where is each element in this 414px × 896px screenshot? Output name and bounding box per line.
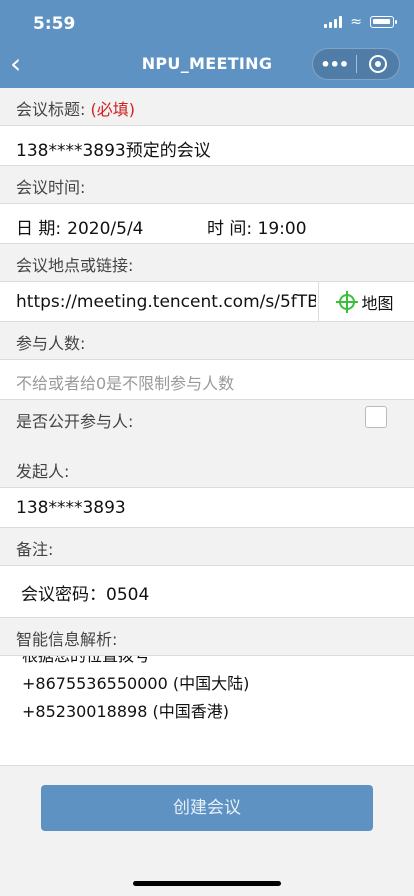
participants-label: 参与人数: xyxy=(0,322,414,360)
date-value: 2020/5/4 xyxy=(67,219,144,239)
initiator-input[interactable]: 138****3893 xyxy=(0,488,414,528)
time-field-label: 时 间: xyxy=(207,219,253,239)
close-ring-icon xyxy=(368,55,387,73)
home-indicator xyxy=(133,881,281,886)
notes-label: 备注: xyxy=(0,528,414,566)
required-marker: (必填) xyxy=(90,100,136,119)
title-input[interactable]: 138****3893预定的会议 xyxy=(0,126,414,166)
map-button[interactable]: 地图 xyxy=(318,282,414,321)
time-label: 会议时间: xyxy=(0,166,414,204)
public-label: 是否公开参与人: xyxy=(16,412,134,431)
parse-line: 根据您的位置拨号 xyxy=(22,656,249,670)
time-value: 19:00 xyxy=(257,219,307,239)
parse-content: 根据您的位置拨号 +8675536550000 (中国大陆) +85230018… xyxy=(22,656,249,726)
parse-textarea[interactable]: 根据您的位置拨号 +8675536550000 (中国大陆) +85230018… xyxy=(0,656,414,766)
status-time: 5:59 xyxy=(33,14,76,34)
meeting-form: 会议标题: (必填) 138****3893预定的会议 会议时间: 日 期: 20… xyxy=(0,88,414,766)
title-label-row: 会议标题: (必填) xyxy=(0,88,414,126)
create-meeting-button[interactable]: 创建会议 xyxy=(41,785,373,831)
mini-program-capsule: ••• xyxy=(312,48,400,80)
public-row: 是否公开参与人: xyxy=(0,400,414,450)
time-picker[interactable]: 时 间: 19:00 xyxy=(207,214,307,239)
close-capsule-button[interactable] xyxy=(356,55,399,73)
more-icon[interactable]: ••• xyxy=(313,55,356,74)
crosshair-icon xyxy=(336,291,359,313)
notes-input[interactable]: 会议密码：0504 xyxy=(0,566,414,618)
map-label: 地图 xyxy=(361,294,394,313)
location-label: 会议地点或链接: xyxy=(0,244,414,282)
title-label: 会议标题: xyxy=(16,100,86,119)
datetime-row: 日 期: 2020/5/4 时 间: 19:00 xyxy=(0,204,414,244)
date-label: 日 期: xyxy=(16,219,62,239)
battery-icon xyxy=(370,16,397,28)
public-checkbox[interactable] xyxy=(365,406,387,428)
wifi-icon: ≈ xyxy=(350,14,362,30)
participants-input[interactable]: 不给或者给0是不限制参与人数 xyxy=(0,360,414,400)
parse-line: +8675536550000 (中国大陆) xyxy=(22,674,250,693)
signal-icon xyxy=(324,16,343,28)
parse-label: 智能信息解析: xyxy=(0,618,414,656)
date-picker[interactable]: 日 期: 2020/5/4 xyxy=(16,219,144,239)
initiator-label: 发起人: xyxy=(0,450,414,488)
status-icons: ≈ xyxy=(324,14,397,30)
location-input[interactable]: https://meeting.tencent.com/s/5fTBng xyxy=(16,292,316,312)
app-header: 5:59 ≈ ‹ NPU_MEETING ••• xyxy=(0,0,414,88)
parse-line: +85230018898 (中国香港) xyxy=(22,702,229,721)
location-row: https://meeting.tencent.com/s/5fTBng 地图 xyxy=(0,282,414,322)
